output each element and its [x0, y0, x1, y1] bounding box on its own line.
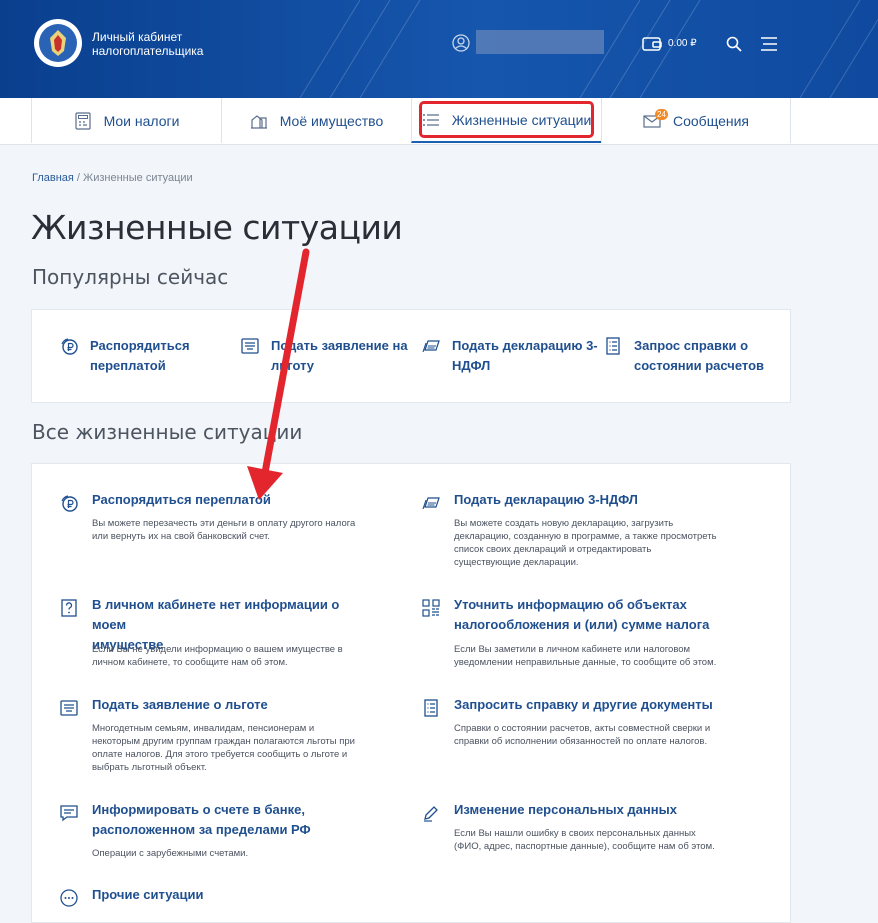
- document-list-icon: [606, 337, 620, 355]
- desc-line: Если Вы нашли ошибку в своих персональны…: [454, 828, 696, 839]
- form-icon: [60, 700, 78, 716]
- document-list-icon: [424, 699, 438, 717]
- situation-description: Справки о состоянии расчетов, акты совме…: [454, 722, 724, 748]
- popular-item-overpayment[interactable]: Распорядиться переплатой: [60, 336, 190, 376]
- popular-item-benefit-application[interactable]: Подать заявление на льготу: [241, 336, 408, 376]
- chat-message-icon: [60, 805, 78, 822]
- situation-title[interactable]: Распорядиться переплатой: [92, 490, 362, 510]
- popular-item-line2: переплатой: [90, 358, 166, 373]
- desc-line: некоторым другим группам граждан полагаю…: [92, 736, 355, 747]
- situation-title[interactable]: Информировать о счете в банке, расположе…: [92, 800, 362, 840]
- pencil-icon: [424, 806, 438, 822]
- form-icon: [241, 338, 259, 354]
- desc-line: декларацию, созданную в программе, а так…: [454, 531, 717, 542]
- situation-title[interactable]: Запросить справку и другие документы: [454, 695, 724, 715]
- tab-label: Моё имущество: [279, 112, 384, 129]
- page-title: Жизненные ситуации: [31, 208, 403, 247]
- qr-grid-icon: [422, 599, 440, 617]
- main-tabs: Мои налоги Моё имущество Жизненные ситуа…: [0, 98, 878, 145]
- situation-description: Вы можете перезачесть эти деньги в оплат…: [92, 517, 362, 543]
- popular-item-declaration[interactable]: Подать декларацию 3- НДФЛ: [422, 336, 598, 376]
- title-line: расположенном за пределами РФ: [92, 822, 311, 837]
- menu-icon[interactable]: [761, 37, 777, 51]
- desc-line: Вы можете создать новую декларацию, загр…: [454, 518, 674, 529]
- ruble-coin-icon: [61, 338, 78, 355]
- brand-line1: Личный кабинет: [92, 30, 183, 44]
- popular-item-line1: Запрос справки о: [634, 338, 749, 353]
- title-line: Информировать о счете в банке,: [92, 802, 305, 817]
- breadcrumb-separator: /: [73, 172, 84, 184]
- popular-item-certificate[interactable]: Запрос справки о состоянии расчетов: [604, 336, 764, 376]
- tab-life-situations[interactable]: Жизненные ситуации: [411, 98, 601, 143]
- user-name-redacted[interactable]: [476, 30, 604, 54]
- desc-line: уведомлении неправильные данные, то сооб…: [454, 657, 717, 668]
- popular-item-line2: НДФЛ: [452, 358, 491, 373]
- top-header: Личный кабинет налогоплательщика 0.00 ₽: [0, 0, 878, 98]
- desc-line: выбрать льготный объект.: [92, 762, 207, 773]
- desc-line: список своих деклараций и отредактироват…: [454, 544, 652, 555]
- all-section-title: Все жизненные ситуации: [32, 420, 303, 444]
- brand-title[interactable]: Личный кабинет налогоплательщика: [92, 30, 203, 58]
- wallet-icon[interactable]: [642, 36, 662, 52]
- question-icon: [61, 599, 77, 617]
- title-line: налогообложения и (или) сумме налога: [454, 617, 710, 632]
- desc-line: Многодетным семьям, инвалидам, пенсионер…: [92, 723, 315, 734]
- desc-line: личном кабинете, то сообщите нам об этом…: [92, 657, 288, 668]
- desc-line: Если Вы не увидели информацию о вашем им…: [92, 644, 343, 655]
- ruble-coin-icon: [61, 495, 78, 512]
- situation-description: Вы можете создать новую декларацию, загр…: [454, 517, 724, 569]
- popular-item-line2: льготу: [271, 358, 315, 373]
- calculator-icon: [74, 111, 91, 130]
- tab-label: Мои налоги: [103, 112, 180, 129]
- situation-title[interactable]: Подать декларацию 3-НДФЛ: [454, 490, 724, 510]
- situation-title[interactable]: Изменение персональных данных: [454, 800, 724, 820]
- desc-line: оплате налогов. Для этого требуется сооб…: [92, 749, 348, 760]
- popular-item-line1: Подать декларацию 3-: [452, 338, 598, 353]
- desc-line: (ФИО, адрес, паспортные данные), сообщит…: [454, 841, 715, 852]
- balance-value[interactable]: 0.00 ₽: [668, 38, 697, 49]
- popular-item-line1: Распорядиться: [90, 338, 190, 353]
- situation-description: Многодетным семьям, инвалидам, пенсионер…: [92, 722, 362, 774]
- desc-line: Вы можете перезачесть эти деньги в оплат…: [92, 518, 356, 529]
- popular-item-line2: состоянии расчетов: [634, 358, 765, 373]
- title-line: Уточнить информацию об объектах: [454, 597, 687, 612]
- fns-logo-icon: [34, 19, 82, 67]
- situation-description: Если Вы нашли ошибку в своих персональны…: [454, 827, 724, 853]
- documents-stack-icon: [422, 340, 440, 353]
- messages-count-badge: 24: [655, 109, 668, 120]
- desc-line: или вернуть их на свой банковский счет.: [92, 531, 270, 542]
- desc-line: Справки о состоянии расчетов, акты совме…: [454, 723, 711, 734]
- tab-my-taxes[interactable]: Мои налоги: [31, 98, 221, 143]
- popular-item-line1: Подать заявление на: [271, 338, 408, 353]
- popular-section-title: Популярны сейчас: [32, 265, 229, 289]
- tab-label: Сообщения: [673, 112, 749, 129]
- situation-description: Если Вы не увидели информацию о вашем им…: [92, 643, 362, 669]
- brand-line2: налогоплательщика: [92, 44, 204, 58]
- breadcrumb: Главная / Жизненные ситуации: [32, 172, 193, 184]
- situation-title[interactable]: Прочие ситуации: [92, 885, 362, 905]
- documents-stack-icon: [422, 497, 440, 510]
- tab-my-property[interactable]: Моё имущество: [221, 98, 411, 143]
- annotation-highlight: [419, 101, 594, 138]
- situation-title[interactable]: Подать заявление о льготе: [92, 695, 362, 715]
- desc-line: Операции с зарубежными счетами.: [92, 848, 249, 859]
- title-line: В личном кабинете нет информации о моем: [92, 597, 340, 632]
- breadcrumb-home-link[interactable]: Главная: [32, 172, 74, 184]
- user-icon[interactable]: [452, 34, 470, 52]
- situation-description: Операции с зарубежными счетами.: [92, 847, 362, 860]
- more-dots-icon: [60, 889, 78, 907]
- property-icon: [250, 114, 267, 129]
- desc-line: справки об исполнении обязанностей по оп…: [454, 736, 708, 747]
- desc-line: существующие декларации.: [454, 557, 579, 568]
- desc-line: Если Вы заметили в личном кабинете или н…: [454, 644, 691, 655]
- situation-description: Если Вы заметили в личном кабинете или н…: [454, 643, 724, 669]
- search-icon[interactable]: [726, 36, 742, 52]
- tab-messages[interactable]: Сообщения: [601, 98, 791, 143]
- situation-title[interactable]: Уточнить информацию об объектах налогооб…: [454, 595, 724, 635]
- breadcrumb-current: Жизненные ситуации: [83, 172, 193, 184]
